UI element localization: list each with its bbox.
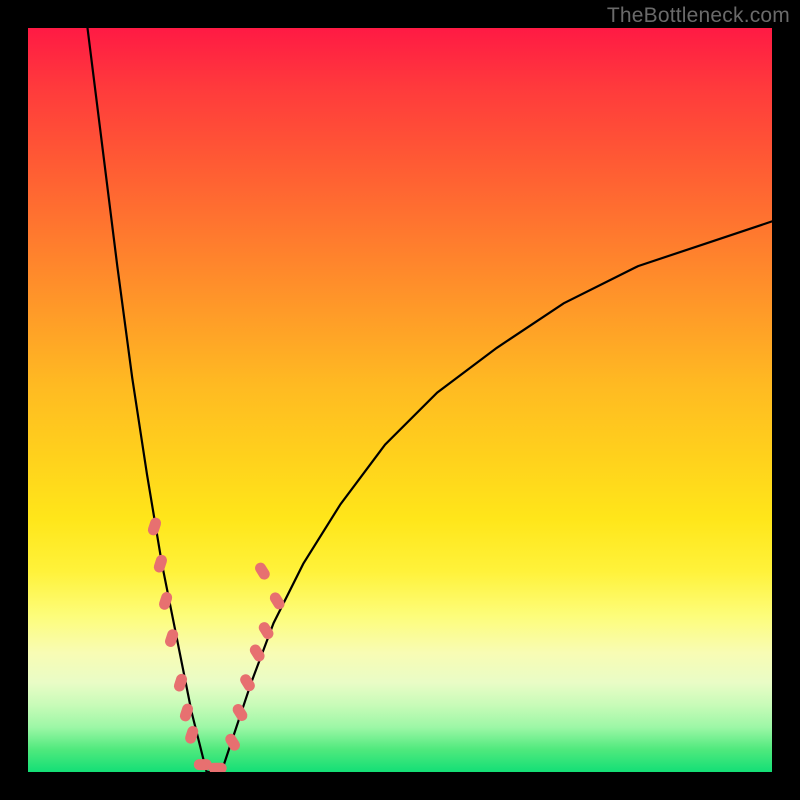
data-marker <box>184 725 200 746</box>
data-marker <box>231 702 250 723</box>
data-marker <box>248 642 267 663</box>
bottleneck-curve <box>88 28 773 772</box>
plot-area <box>28 28 772 772</box>
data-marker <box>146 516 162 537</box>
watermark-text: TheBottleneck.com <box>607 4 790 28</box>
data-marker <box>253 561 272 582</box>
data-marker <box>223 732 242 753</box>
outer-frame: TheBottleneck.com <box>0 0 800 800</box>
data-marker <box>178 702 194 723</box>
data-marker <box>152 553 168 574</box>
chart-svg <box>28 28 772 772</box>
data-marker <box>209 763 227 772</box>
